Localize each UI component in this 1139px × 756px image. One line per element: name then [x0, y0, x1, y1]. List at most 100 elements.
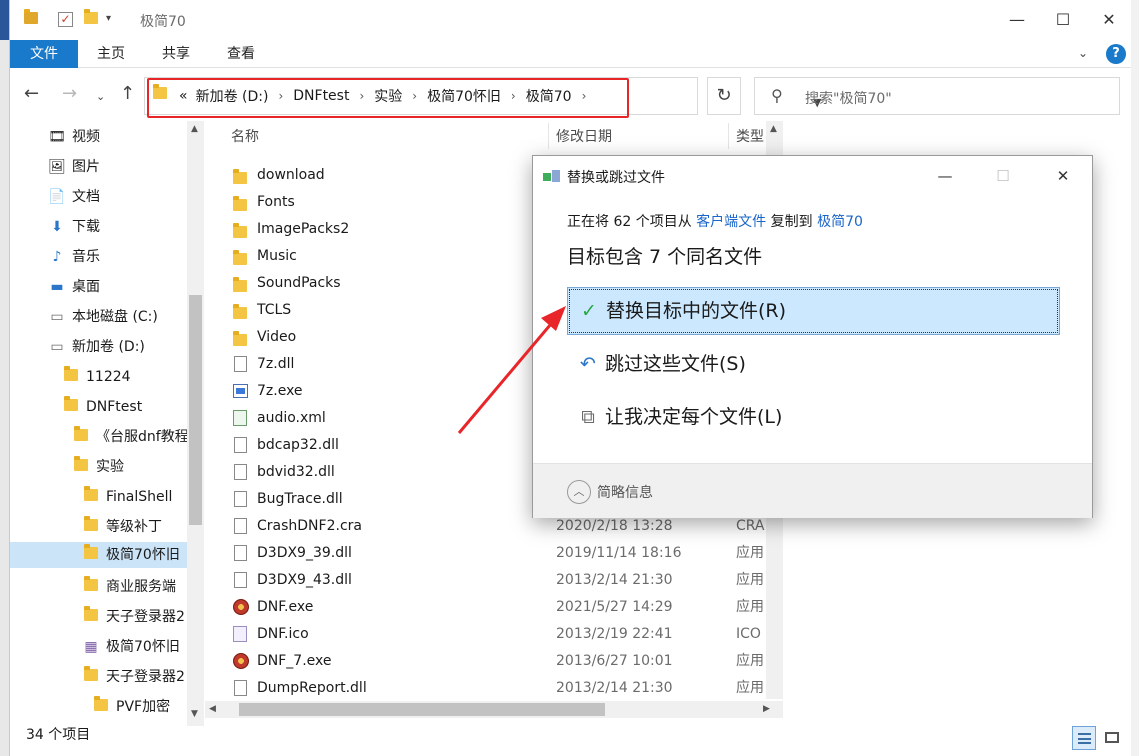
sidebar-item-archive[interactable]: ▦ 极简70怀旧 [82, 634, 187, 660]
dialog-footer: ︿ 简略信息 [533, 463, 1092, 518]
compare-files-icon: ⧉ [581, 406, 595, 428]
quick-access-dropdown-icon[interactable]: ▾ [106, 13, 111, 24]
tiles-view-icon [1105, 732, 1119, 743]
column-divider[interactable] [728, 123, 729, 149]
tab-view[interactable]: 查看 [227, 40, 255, 68]
folder-icon [233, 275, 249, 292]
sidebar-item-videos[interactable]: 🎞 视频 [48, 124, 205, 150]
horizontal-scroll-thumb[interactable] [239, 703, 605, 716]
column-header-name[interactable]: 名称 [231, 121, 259, 151]
list-item[interactable]: DNF.exe 2021/5/27 14:29 应用 [225, 594, 765, 621]
sidebar-item-pictures[interactable]: 🖼 图片 [48, 154, 205, 180]
sidebar-item-folder[interactable]: DNFtest [62, 394, 205, 420]
dialog-maximize-button: ☐ [996, 167, 1010, 185]
close-button[interactable]: ✕ [1086, 0, 1131, 40]
sidebar-item-folder[interactable]: 天子登录器2 [82, 664, 187, 690]
navigation-pane: 🎞 视频 🖼 图片 📄 文档 ⬇ 下载 ♪ 音乐 ▬ 桌面 ▭ 本地磁盘 (C:) ▭ 新加卷 … [10, 121, 205, 726]
new-folder-icon[interactable] [84, 9, 98, 26]
folder-icon [233, 329, 249, 346]
scroll-up-icon[interactable]: ▲ [770, 124, 777, 134]
list-item[interactable]: D3DX9_39.dll 2019/11/14 18:16 应用 [225, 540, 765, 567]
sidebar-item-folder[interactable]: 天子登录器2 [82, 604, 187, 630]
folder-icon [24, 9, 38, 26]
properties-check-icon[interactable]: ✓ [58, 12, 73, 27]
folder-icon [82, 574, 100, 600]
folder-icon [82, 664, 100, 690]
dll-file-icon [233, 437, 249, 454]
decide-each-file-option[interactable]: ⧉ 让我决定每个文件(L) [567, 394, 1060, 442]
replace-files-option[interactable]: ✓ 替换目标中的文件(R) [567, 287, 1060, 335]
tab-file[interactable]: 文件 [10, 40, 78, 68]
address-row: ← → ⌄ ↑ « 新加卷 (D:) › DNFtest › 实验 › 极简70… [10, 69, 1131, 121]
sidebar-scroll-thumb[interactable] [189, 295, 202, 525]
search-placeholder: 搜索"极简70" [805, 91, 892, 107]
sidebar-item-downloads[interactable]: ⬇ 下载 [48, 214, 205, 240]
desktop-icon: ▬ [50, 279, 64, 295]
item-count: 34 个项目 [26, 727, 91, 743]
refresh-icon[interactable]: ↻ [707, 77, 741, 115]
sidebar-item-selected-folder[interactable]: 极简70怀旧 [10, 542, 187, 568]
status-bar: 34 个项目 [10, 726, 1131, 756]
folder-icon [233, 221, 249, 238]
details-view-button[interactable] [1072, 726, 1096, 750]
sidebar-item-folder[interactable]: 商业服务端 [82, 574, 187, 600]
minimize-button[interactable]: — [994, 0, 1040, 40]
tab-home[interactable]: 主页 [97, 40, 125, 68]
sidebar-item-drive-d[interactable]: ▭ 新加卷 (D:) [48, 334, 205, 360]
background-window-right [1131, 0, 1139, 756]
blank-file-icon [233, 518, 249, 535]
folder-icon [92, 694, 110, 720]
back-arrow-icon[interactable]: ← [24, 83, 39, 104]
sidebar-item-desktop[interactable]: ▬ 桌面 [48, 274, 205, 300]
window-title: 极简70 [140, 14, 186, 30]
documents-icon: 📄 [48, 189, 66, 205]
list-item[interactable]: D3DX9_43.dll 2013/2/14 21:30 应用 [225, 567, 765, 594]
sidebar-item-documents[interactable]: 📄 文档 [48, 184, 205, 210]
ribbon-expand-icon[interactable]: ⌄ [1078, 46, 1088, 60]
dialog-minimize-button[interactable]: — [922, 160, 968, 192]
dialog-close-button[interactable]: ✕ [1040, 160, 1086, 192]
sidebar-scrollbar[interactable]: ▲ ▼ [187, 121, 204, 726]
folder-icon [72, 424, 90, 450]
source-folder-link[interactable]: 客户端文件 [696, 214, 766, 230]
ribbon-tabs: 文件 主页 共享 查看 ⌄ ? [10, 40, 1131, 68]
sidebar-item-folder[interactable]: PVF加密 [92, 694, 187, 720]
conflict-heading: 目标包含 7 个同名文件 [567, 246, 763, 268]
fewer-details-button[interactable]: 简略信息 [597, 482, 653, 502]
column-header-date[interactable]: 修改日期 [556, 121, 612, 151]
folder-icon [82, 542, 100, 568]
scroll-left-icon[interactable]: ◀ [209, 704, 216, 714]
download-icon: ⬇ [51, 219, 63, 235]
chevron-up-icon[interactable]: ︿ [567, 480, 591, 504]
ico-file-icon [233, 626, 249, 643]
list-item[interactable]: DNF_7.exe 2013/6/27 10:01 应用 [225, 648, 765, 675]
skip-files-option[interactable]: ↶ 跳过这些文件(S) [567, 341, 1060, 389]
copy-progress-text: 正在将 62 个项目从 客户端文件 复制到 极简70 [567, 214, 863, 230]
recent-locations-icon[interactable]: ⌄ [96, 90, 105, 103]
pictures-icon: 🖼 [48, 159, 66, 175]
forward-arrow-icon[interactable]: → [62, 83, 77, 104]
tiles-view-button[interactable] [1100, 726, 1124, 750]
search-input[interactable]: ⚲ 搜索"极简70" [754, 77, 1120, 115]
search-icon: ⚲ [771, 86, 783, 105]
list-item[interactable]: DumpReport.dll 2013/2/14 21:30 应用 [225, 675, 765, 702]
help-icon[interactable]: ? [1106, 44, 1126, 64]
tab-share[interactable]: 共享 [162, 40, 190, 68]
folder-icon [233, 248, 249, 265]
horizontal-scrollbar[interactable]: ◀ ▶ [205, 701, 783, 718]
maximize-button[interactable]: ☐ [1040, 0, 1086, 40]
sidebar-item-music[interactable]: ♪ 音乐 [48, 244, 205, 270]
sidebar-item-folder[interactable]: 11224 [62, 364, 205, 390]
details-view-icon [1078, 733, 1091, 744]
list-item[interactable]: DNF.ico 2013/2/19 22:41 ICO [225, 621, 765, 648]
sidebar-item-folder[interactable]: 《台服dnf教程 [72, 424, 187, 450]
column-header-type[interactable]: 类型 [736, 121, 764, 151]
destination-folder-link[interactable]: 极简70 [817, 214, 863, 230]
scroll-right-icon[interactable]: ▶ [763, 704, 770, 714]
scroll-up-icon[interactable]: ▲ [191, 124, 198, 134]
sidebar-item-folder[interactable]: 实验 [72, 454, 205, 480]
column-divider[interactable] [548, 123, 549, 149]
scroll-down-icon[interactable]: ▼ [191, 709, 198, 719]
sidebar-item-drive-c[interactable]: ▭ 本地磁盘 (C:) [48, 304, 205, 330]
up-arrow-icon[interactable]: ↑ [120, 83, 135, 104]
